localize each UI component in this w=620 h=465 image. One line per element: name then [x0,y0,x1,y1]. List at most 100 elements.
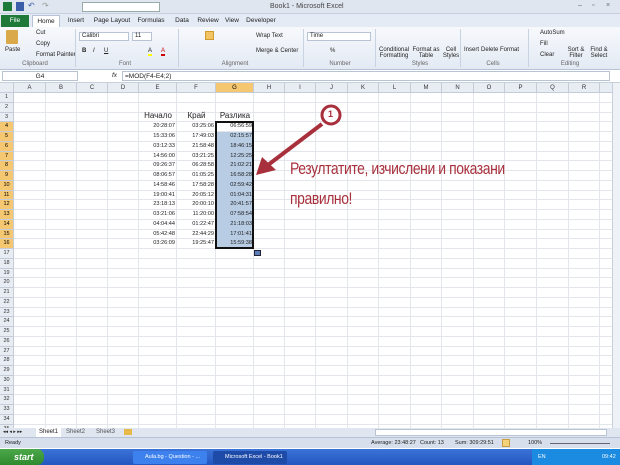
insert-sheet-icon[interactable] [124,429,132,435]
end-cell[interactable]: 17:58:28 [177,181,216,191]
column-header-Q[interactable]: Q [537,83,569,93]
end-cell[interactable]: 11:20:00 [177,210,216,220]
end-cell[interactable]: 03:21:25 [177,152,216,162]
row-header-17[interactable]: 17 [0,249,14,259]
start-cell[interactable]: 03:21:06 [139,210,177,220]
row-header-23[interactable]: 23 [0,307,14,318]
start-cell[interactable]: 19:00:41 [139,191,177,201]
bold-button[interactable]: B [82,48,86,54]
copy-button[interactable]: Copy [36,41,50,47]
start-cell[interactable]: 05:42:48 [139,230,177,240]
end-cell[interactable]: 17:49:03 [177,132,216,142]
row-header-14[interactable]: 14 [0,219,14,230]
tab-review[interactable]: Review [196,15,220,27]
cell-styles-button[interactable]: Cell Styles [442,47,460,59]
column-header-B[interactable]: B [46,83,77,93]
sort-filter-button[interactable]: Sort & Filter [566,47,586,59]
zoom-slider[interactable] [550,443,610,444]
column-header-P[interactable]: P [505,83,537,93]
sheet-tab-sheet3[interactable]: Sheet3 [96,428,115,437]
row-header-21[interactable]: 21 [0,288,14,298]
start-button[interactable]: start [0,449,44,465]
column-header-K[interactable]: K [348,83,379,93]
end-cell[interactable]: 03:25:06 [177,122,216,132]
merge-center-button[interactable]: Merge & Center [256,48,298,54]
quick-analysis-icon[interactable] [254,250,261,256]
fx-icon[interactable]: fx [112,72,117,79]
column-header-H[interactable]: H [254,83,285,93]
header-cell-G[interactable]: Разлика [216,111,254,121]
column-header-C[interactable]: C [77,83,108,93]
row-header-1[interactable]: 1 [0,93,14,103]
end-cell[interactable]: 20:05:12 [177,191,216,201]
fill-color-button[interactable]: A [148,48,153,56]
cut-button[interactable]: Cut [36,30,45,36]
column-header-R[interactable]: R [569,83,600,93]
column-header-O[interactable]: O [474,83,505,93]
row-header-4[interactable]: 4 [0,122,14,132]
font-color-button[interactable]: A [161,48,166,56]
autosum-button[interactable]: AutoSum [540,30,565,36]
number-format-select[interactable]: Time [307,32,371,41]
end-cell[interactable]: 19:25:47 [177,239,216,249]
font-name-select[interactable]: Calibri [79,32,129,41]
row-header-26[interactable]: 26 [0,336,14,347]
row-header-10[interactable]: 10 [0,180,14,191]
start-cell[interactable]: 08:06:57 [139,171,177,181]
wrap-text-button[interactable]: Wrap Text [256,33,283,39]
column-header-M[interactable]: M [411,83,442,93]
row-header-28[interactable]: 28 [0,356,14,366]
start-cell[interactable]: 09:26:37 [139,161,177,171]
tab-formulas[interactable]: Formulas [135,15,167,27]
start-cell[interactable]: 03:12:33 [139,142,177,152]
sheet-tab-sheet1[interactable]: Sheet1 [36,428,62,437]
row-header-18[interactable]: 18 [0,258,14,269]
tab-data[interactable]: Data [170,15,194,27]
column-header-J[interactable]: J [316,83,348,93]
end-cell[interactable]: 01:22:47 [177,220,216,230]
format-as-table-button[interactable]: Format as Table [412,47,440,59]
row-header-25[interactable]: 25 [0,327,14,337]
start-cell[interactable]: 23:18:13 [139,200,177,210]
quick-access-input[interactable] [82,2,160,12]
row-header-9[interactable]: 9 [0,171,14,181]
column-header-L[interactable]: L [379,83,411,93]
column-header-G[interactable]: G [216,83,254,93]
row-header-16[interactable]: 16 [0,239,14,249]
column-header-I[interactable]: I [285,83,316,93]
horizontal-scrollbar[interactable] [375,429,607,436]
clear-button[interactable]: Clear [540,52,554,58]
end-cell[interactable]: 22:44:29 [177,230,216,240]
row-header-13[interactable]: 13 [0,210,14,220]
row-header-3[interactable]: 3 [0,112,14,123]
delete-button[interactable]: Delete [481,47,498,53]
column-header-A[interactable]: A [14,83,46,93]
row-header-22[interactable]: 22 [0,297,14,308]
row-header-34[interactable]: 34 [0,414,14,425]
tab-developer[interactable]: Developer [245,15,277,27]
tab-insert[interactable]: Insert [62,15,90,27]
start-cell[interactable]: 04:04:44 [139,220,177,230]
column-header-E[interactable]: E [139,83,177,93]
insert-button[interactable]: Insert [464,47,479,53]
end-cell[interactable]: 01:05:25 [177,171,216,181]
end-cell[interactable]: 06:28:58 [177,161,216,171]
maximize-button[interactable]: ▫ [592,2,594,9]
zoom-level[interactable]: 100% [528,440,542,446]
row-header-12[interactable]: 12 [0,200,14,210]
row-header-5[interactable]: 5 [0,132,14,142]
italic-button[interactable]: I [93,48,95,54]
tab-file[interactable]: File [1,15,29,27]
start-cell[interactable]: 14:56:00 [139,152,177,162]
row-header-11[interactable]: 11 [0,190,14,201]
format-painter-button[interactable]: Format Painter [36,52,76,58]
format-button[interactable]: Format [500,47,519,53]
tab-page-layout[interactable]: Page Layout [92,15,132,27]
tab-view[interactable]: View [222,15,242,27]
font-size-select[interactable]: 11 [132,32,152,41]
end-cell[interactable]: 21:58:48 [177,142,216,152]
vertical-scrollbar[interactable] [612,83,620,428]
conditional-formatting-button[interactable]: Conditional Formatting [378,47,410,59]
formula-input[interactable]: =MOD(F4-E4;2) [122,71,610,81]
header-cell-E[interactable]: Начало [139,111,177,121]
